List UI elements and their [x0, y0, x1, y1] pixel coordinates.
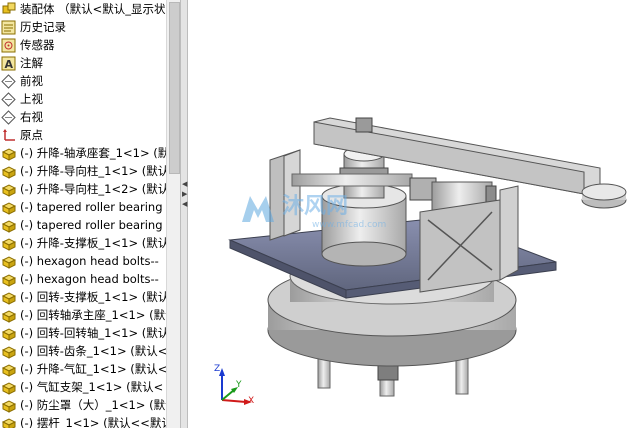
collapse-arrow-icon[interactable]: ◀ [182, 180, 187, 188]
axis-x-label: X [248, 396, 255, 406]
tree-item[interactable]: 传感器 [0, 36, 166, 54]
tree-root-label: 装配体 （默认<默认_显示状态- [20, 2, 166, 16]
tree-item[interactable]: 右视 [0, 108, 166, 126]
part-icon [0, 163, 17, 179]
part-icon [0, 181, 17, 197]
tree-item-label: (-) hexagon head bolts-- [20, 272, 159, 286]
watermark-logo [242, 196, 274, 222]
tree-item-label: 前视 [20, 74, 43, 88]
part-icon [0, 361, 17, 377]
tree-item[interactable]: 前视 [0, 72, 166, 90]
tree-item-label: (-) 回转-支撑板_1<1> (默认 [20, 290, 166, 304]
expand-arrow-icon[interactable]: ▶ [182, 190, 187, 198]
tree-item-label: (-) 升降-轴承座套_1<1> (默认 [20, 146, 166, 160]
tree-item-label: (-) 气缸支架_1<1> (默认< [20, 380, 164, 394]
tree-item[interactable]: (-) hexagon head bolts-- [0, 270, 166, 288]
part-icon [0, 217, 17, 233]
plane-icon [0, 91, 17, 107]
assembly-icon [0, 1, 17, 17]
tree-item[interactable]: (-) 升降-导向柱_1<1> (默认 [0, 162, 166, 180]
tree-item-label: 注解 [20, 56, 43, 70]
axis-y-label: Y [236, 380, 242, 390]
feature-manager-tree: 装配体 （默认<默认_显示状态- 历史记录传感器 A 注解前视上视右视原点 (-) 升… [0, 0, 166, 428]
axis-triad: Z Y X [212, 364, 256, 414]
part-icon [0, 271, 17, 287]
tree-item[interactable]: (-) tapered roller bearing [0, 216, 166, 234]
tree-item-label: (-) 升降-导向柱_1<1> (默认 [20, 164, 166, 178]
part-icon [0, 289, 17, 305]
tree-item-label: (-) 升降-支撑板_1<1> (默认 [20, 236, 166, 250]
tree-item-label: (-) 回转-齿条_1<1> (默认< [20, 344, 166, 358]
tree-item[interactable]: (-) 回转-支撑板_1<1> (默认 [0, 288, 166, 306]
origin-icon [0, 127, 17, 143]
svg-text:A: A [5, 58, 14, 71]
tree-scrollbar[interactable] [166, 0, 181, 428]
tree-item-label: (-) hexagon head bolts-- [20, 254, 159, 268]
tree-item[interactable]: A 注解 [0, 54, 166, 72]
part-icon [0, 145, 17, 161]
tree-item-label: (-) 升降-气缸_1<1> (默认< [20, 362, 166, 376]
tree-item[interactable]: (-) 气缸支架_1<1> (默认< [0, 378, 166, 396]
part-icon [0, 325, 17, 341]
tree-item[interactable]: (-) 摆杆_1<1> (默认<<默认 [0, 414, 166, 428]
part-icon [0, 343, 17, 359]
tree-item-label: 右视 [20, 110, 43, 124]
history-icon [0, 19, 17, 35]
tree-item[interactable]: (-) 升降-轴承座套_1<1> (默认 [0, 144, 166, 162]
watermark: 沐风网 www.mfcad.com [238, 188, 386, 230]
plane-icon [0, 73, 17, 89]
tree-item-label: (-) 回转轴承主座_1<1> (默认 [20, 308, 166, 322]
part-icon [0, 253, 17, 269]
tree-item[interactable]: 历史记录 [0, 18, 166, 36]
graphics-viewport[interactable]: 沐风网 www.mfcad.com [188, 0, 644, 428]
tree-item-label: (-) 摆杆_1<1> (默认<<默认 [20, 416, 166, 428]
tree-item[interactable]: 上视 [0, 90, 166, 108]
tree-item-label: 历史记录 [20, 20, 66, 34]
panel-splitter[interactable]: ◀ ▶ ◀ [180, 0, 188, 428]
watermark-url: www.mfcad.com [312, 220, 387, 230]
tree-item-label: 原点 [20, 128, 43, 142]
tree-item[interactable]: (-) 回转-回转轴_1<1> (默认 [0, 324, 166, 342]
tree-item-label: (-) 升降-导向柱_1<2> (默认 [20, 182, 166, 196]
axis-z-label: Z [214, 364, 221, 374]
sensor-icon [0, 37, 17, 53]
watermark-brand: 沐风网 [282, 194, 349, 219]
plane-icon [0, 109, 17, 125]
tree-item[interactable]: (-) tapered roller bearing [0, 198, 166, 216]
part-icon [0, 307, 17, 323]
tree-root-assembly[interactable]: 装配体 （默认<默认_显示状态- [0, 0, 166, 18]
tree-item-label: (-) tapered roller bearing [20, 200, 163, 214]
tree-item[interactable]: (-) hexagon head bolts-- [0, 252, 166, 270]
tree-item-label: (-) tapered roller bearing [20, 218, 163, 232]
part-icon [0, 397, 17, 413]
part-icon [0, 199, 17, 215]
tree-item-label: (-) 回转-回转轴_1<1> (默认 [20, 326, 166, 340]
tree-item[interactable]: (-) 回转轴承主座_1<1> (默认 [0, 306, 166, 324]
tree-item-label: 上视 [20, 92, 43, 106]
tree-item[interactable]: 原点 [0, 126, 166, 144]
tree-item[interactable]: (-) 升降-导向柱_1<2> (默认 [0, 180, 166, 198]
part-icon [0, 379, 17, 395]
tree-item[interactable]: (-) 升降-支撑板_1<1> (默认 [0, 234, 166, 252]
tree-item[interactable]: (-) 防尘罩（大）_1<1> (默认 [0, 396, 166, 414]
collapse-arrow-icon[interactable]: ◀ [182, 200, 187, 208]
tree-item-label: (-) 防尘罩（大）_1<1> (默认 [20, 398, 166, 412]
scrollbar-thumb[interactable] [169, 2, 180, 174]
annotation-icon: A [0, 55, 17, 71]
part-icon [0, 235, 17, 251]
tree-item-label: 传感器 [20, 38, 55, 52]
part-icon [0, 415, 17, 428]
tree-item[interactable]: (-) 回转-齿条_1<1> (默认< [0, 342, 166, 360]
tree-item[interactable]: (-) 升降-气缸_1<1> (默认< [0, 360, 166, 378]
